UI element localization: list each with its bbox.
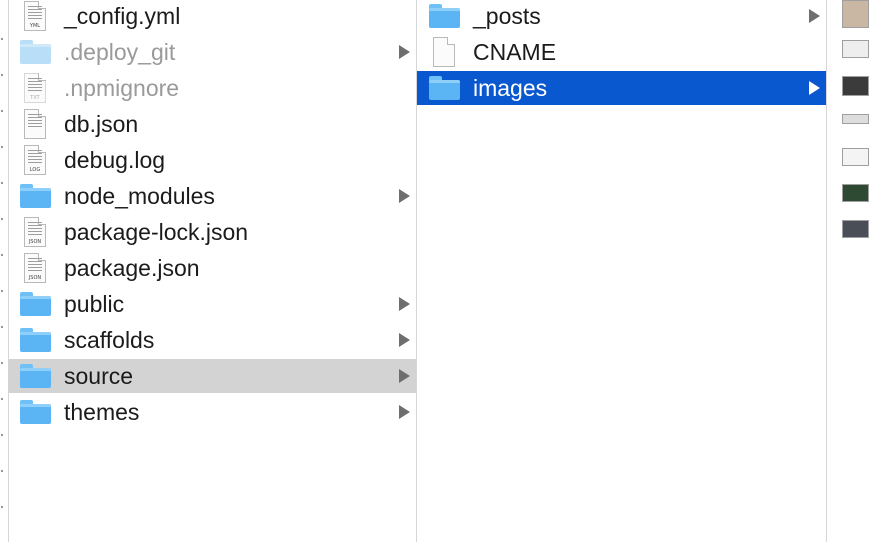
item-name: _posts	[473, 3, 541, 29]
dot	[1, 470, 3, 472]
finder-column-project[interactable]: YML _config.yml .deploy_git TXT .npmignore db…	[8, 0, 417, 542]
item-name: .npmignore	[64, 75, 180, 101]
folder-icon	[20, 292, 51, 316]
dot	[1, 74, 3, 76]
item-name: debug.log	[64, 147, 166, 173]
dot	[1, 290, 3, 292]
folder-row[interactable]: themes	[8, 395, 416, 429]
folder-row[interactable]: public	[8, 287, 416, 321]
folder-icon	[20, 328, 51, 352]
image-thumbnail-icon[interactable]	[842, 0, 869, 28]
dot	[1, 38, 3, 40]
dot	[1, 182, 3, 184]
dot	[1, 146, 3, 148]
dot	[1, 110, 3, 112]
dot	[1, 326, 3, 328]
item-name: .deploy_git	[64, 39, 176, 65]
document-icon: YML	[24, 1, 46, 31]
folder-row[interactable]: images	[417, 71, 826, 105]
file-row[interactable]: JSON package-lock.json	[8, 215, 416, 249]
image-thumbnail-icon[interactable]	[842, 40, 869, 58]
document-icon: LOG	[24, 145, 46, 175]
item-name: _config.yml	[64, 3, 181, 29]
disclosure-arrow-icon[interactable]	[399, 369, 410, 383]
folder-row[interactable]: node_modules	[8, 179, 416, 213]
item-name: package.json	[64, 255, 200, 281]
disclosure-arrow-icon[interactable]	[809, 9, 820, 23]
item-name: CNAME	[473, 39, 557, 65]
item-name: node_modules	[64, 183, 215, 209]
image-thumbnail-icon[interactable]	[842, 76, 869, 96]
image-thumbnail-icon[interactable]	[842, 148, 869, 166]
file-row[interactable]: CNAME	[417, 35, 826, 69]
disclosure-arrow-icon[interactable]	[399, 405, 410, 419]
dot	[1, 506, 3, 508]
folder-icon	[20, 400, 51, 424]
finder-column-images[interactable]	[827, 0, 874, 542]
disclosure-arrow-icon[interactable]	[399, 297, 410, 311]
scroll-dots	[0, 0, 8, 542]
folder-row[interactable]: scaffolds	[8, 323, 416, 357]
file-row[interactable]: JSON package.json	[8, 251, 416, 285]
file-row[interactable]: db.json	[8, 107, 416, 141]
document-icon: JSON	[24, 253, 46, 283]
item-name: themes	[64, 399, 140, 425]
folder-row[interactable]: source	[8, 359, 416, 393]
folder-row[interactable]: .deploy_git	[8, 35, 416, 69]
document-icon	[433, 37, 455, 67]
folder-row[interactable]: _posts	[417, 0, 826, 33]
image-thumbnail-icon[interactable]	[842, 220, 869, 238]
dot	[1, 398, 3, 400]
dot	[1, 218, 3, 220]
folder-icon	[20, 40, 51, 64]
image-thumbnail-icon[interactable]	[842, 114, 869, 124]
folder-icon	[20, 184, 51, 208]
folder-icon	[429, 76, 460, 100]
image-thumbnail-icon[interactable]	[842, 184, 869, 202]
disclosure-arrow-icon[interactable]	[399, 45, 410, 59]
document-icon	[24, 109, 46, 139]
document-icon: JSON	[24, 217, 46, 247]
disclosure-arrow-icon[interactable]	[399, 333, 410, 347]
file-type-tag: JSON	[28, 239, 42, 245]
dot	[1, 362, 3, 364]
file-type-tag: JSON	[28, 275, 42, 281]
item-name: public	[64, 291, 125, 317]
file-type-tag: TXT	[30, 95, 40, 101]
finder-column-source[interactable]: _posts CNAME images	[417, 0, 827, 542]
folder-icon	[429, 4, 460, 28]
dot	[1, 434, 3, 436]
file-row[interactable]: YML _config.yml	[8, 0, 416, 33]
file-row[interactable]: LOG debug.log	[8, 143, 416, 177]
file-type-tag: LOG	[29, 167, 41, 173]
disclosure-arrow-icon[interactable]	[809, 81, 820, 95]
item-name: images	[473, 75, 548, 101]
item-name: source	[64, 363, 134, 389]
disclosure-arrow-icon[interactable]	[399, 189, 410, 203]
item-name: package-lock.json	[64, 219, 249, 245]
item-name: scaffolds	[64, 327, 155, 353]
file-row[interactable]: TXT .npmignore	[8, 71, 416, 105]
item-name: db.json	[64, 111, 139, 137]
folder-icon	[20, 364, 51, 388]
dot	[1, 254, 3, 256]
file-type-tag: YML	[29, 23, 41, 29]
document-icon: TXT	[24, 73, 46, 103]
